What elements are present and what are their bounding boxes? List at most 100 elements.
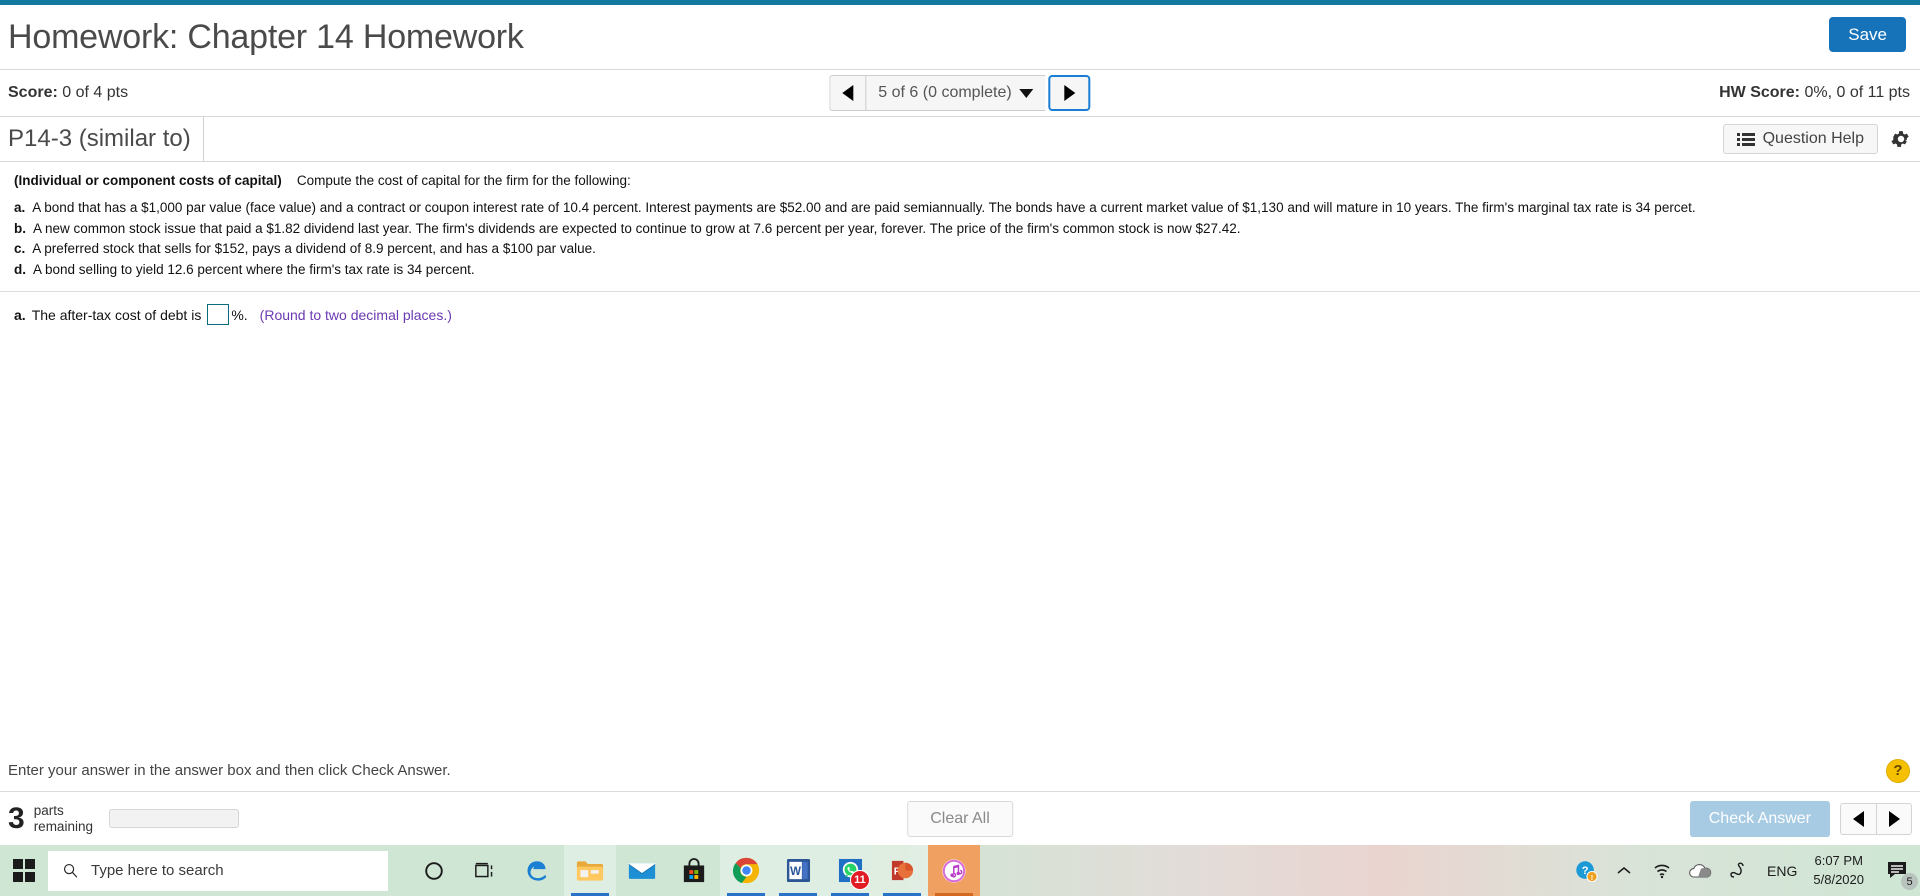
word-icon[interactable]: W — [772, 845, 824, 896]
footer-message: Enter your answer in the answer box and … — [8, 762, 451, 779]
pager-next-button[interactable] — [1876, 802, 1912, 835]
part-text: A new common stock issue that paid a $1.… — [33, 220, 1241, 236]
hw-score-value: 0%, 0 of 11 pts — [1804, 84, 1910, 101]
part-label: d. — [14, 261, 26, 277]
action-bar-right: Check Answer — [1689, 800, 1912, 837]
question-stem: (Individual or component costs of capita… — [0, 162, 1920, 190]
question-part: c. A preferred stock that sells for $152… — [14, 239, 1910, 259]
score-label: Score: — [8, 84, 58, 101]
magnifier-icon — [63, 863, 78, 878]
whatsapp-badge: 11 — [850, 870, 870, 890]
question-select-label: 5 of 6 (0 complete) — [878, 84, 1012, 101]
question-part: d. A bond selling to yield 12.6 percent … — [14, 260, 1910, 280]
answer-row: a. The after-tax cost of debt is %. (Rou… — [0, 292, 1920, 326]
parts-remaining: 3 parts remaining — [0, 803, 239, 834]
powerpoint-icon[interactable]: P — [876, 845, 928, 896]
language-indicator[interactable]: ENG — [1757, 863, 1807, 879]
parts-remaining-line2: remaining — [33, 818, 93, 834]
help-warning-icon[interactable]: ? ! — [1567, 845, 1605, 896]
microsoft-store-icon[interactable] — [668, 845, 720, 896]
file-explorer-icon[interactable] — [564, 845, 616, 896]
check-answer-button[interactable]: Check Answer — [1689, 800, 1830, 837]
windows-logo-icon — [12, 859, 36, 882]
question-header: P14-3 (similar to) Question Help — [0, 117, 1920, 162]
part-text: A preferred stock that sells for $152, p… — [32, 241, 596, 257]
prev-question-button[interactable] — [829, 75, 866, 111]
action-center-icon[interactable]: 5 — [1876, 845, 1920, 896]
question-navigator: 5 of 6 (0 complete) — [829, 75, 1091, 111]
help-icon[interactable]: ? — [1886, 758, 1910, 783]
score-value: 0 of 4 pts — [62, 84, 129, 101]
svg-text:!: ! — [1591, 872, 1593, 881]
answer-hint: (Round to two decimal places.) — [259, 306, 452, 323]
caret-down-icon — [1019, 88, 1034, 98]
question-stem-text: Compute the cost of capital for the firm… — [296, 173, 631, 188]
page-title: Homework: Chapter 14 Homework — [8, 17, 524, 56]
triangle-left-icon — [842, 85, 854, 101]
save-button[interactable]: Save — [1829, 17, 1906, 52]
question-help-button[interactable]: Question Help — [1722, 124, 1878, 154]
part-label: c. — [14, 241, 26, 257]
part-text: A bond that has a $1,000 par value (face… — [32, 200, 1696, 216]
system-tray: ? ! ENG 6:07 PM 5/8/2020 5 — [1567, 845, 1920, 896]
mail-icon[interactable] — [616, 845, 668, 896]
taskbar-search-placeholder: Type here to search — [91, 862, 224, 879]
footer-message-bar: Enter your answer in the answer box and … — [0, 750, 1920, 792]
edge-browser-icon[interactable] — [512, 845, 564, 896]
action-center-badge: 5 — [1901, 873, 1918, 890]
chevron-up-icon[interactable] — [1605, 845, 1643, 896]
parts-remaining-line1: parts — [33, 802, 64, 818]
answer-unit: %. — [231, 306, 248, 323]
clock-time: 6:07 PM — [1814, 852, 1863, 868]
next-question-inner — [1051, 77, 1089, 109]
onedrive-cloud-icon[interactable] — [1681, 845, 1719, 896]
cortana-icon[interactable] — [408, 845, 460, 896]
question-parts-list: a. A bond that has a $1,000 par value (f… — [0, 190, 1920, 279]
question-content: (Individual or component costs of capita… — [0, 162, 1920, 750]
hw-score-text: HW Score: 0%, 0 of 11 pts — [1719, 84, 1910, 102]
part-label: a. — [14, 200, 26, 216]
score-text: Score: 0 of 4 pts — [0, 84, 128, 102]
mymathlab-homework-window: Homework: Chapter 14 Homework Save Score… — [0, 0, 1920, 896]
triangle-left-icon — [1853, 810, 1864, 827]
next-question-button[interactable] — [1048, 75, 1091, 111]
answer-input[interactable] — [207, 304, 230, 326]
triangle-right-icon — [1064, 85, 1076, 101]
progress-bar — [108, 809, 239, 828]
question-stem-title: (Individual or component costs of capita… — [14, 173, 282, 188]
pen-icon[interactable] — [1719, 845, 1757, 896]
taskbar-icons: W 11 P — [408, 845, 980, 896]
chrome-browser-icon[interactable] — [720, 845, 772, 896]
taskbar-search-box[interactable]: Type here to search — [48, 850, 388, 891]
question-part: a. A bond that has a $1,000 par value (f… — [14, 198, 1910, 218]
question-header-actions: Question Help — [1722, 124, 1912, 154]
windows-taskbar: Type here to search W 11 P ? ! ENG 6:07 … — [0, 845, 1920, 896]
task-view-icon[interactable] — [460, 845, 512, 896]
action-bar: 3 parts remaining Clear All Check Answer — [0, 792, 1920, 845]
clear-all-button[interactable]: Clear All — [907, 800, 1013, 837]
pager-prev-button[interactable] — [1840, 802, 1876, 835]
title-bar: Homework: Chapter 14 Homework Save — [0, 5, 1920, 70]
answer-prompt: The after-tax cost of debt is — [31, 306, 202, 323]
wifi-icon[interactable] — [1643, 845, 1681, 896]
svg-text:W: W — [790, 866, 801, 878]
question-select-dropdown[interactable]: 5 of 6 (0 complete) — [865, 75, 1046, 111]
parts-remaining-label: parts remaining — [34, 803, 93, 834]
hw-score-label: HW Score: — [1719, 84, 1800, 101]
parts-remaining-count: 3 — [8, 801, 25, 835]
answer-part-label: a. — [14, 306, 26, 323]
itunes-icon[interactable] — [928, 845, 980, 896]
question-help-label: Question Help — [1762, 130, 1864, 147]
clock-date: 5/8/2020 — [1813, 871, 1864, 887]
start-button[interactable] — [0, 845, 48, 896]
part-label: b. — [14, 220, 26, 236]
clock[interactable]: 6:07 PM 5/8/2020 — [1807, 852, 1876, 890]
whatsapp-icon[interactable]: 11 — [824, 845, 876, 896]
answer-pager — [1840, 802, 1912, 835]
gear-icon[interactable] — [1890, 128, 1912, 150]
score-bar: Score: 0 of 4 pts 5 of 6 (0 complete) HW… — [0, 70, 1920, 117]
question-part: b. A new common stock issue that paid a … — [14, 219, 1910, 239]
triangle-right-icon — [1888, 810, 1900, 827]
question-id: P14-3 (similar to) — [0, 117, 204, 161]
part-text: A bond selling to yield 12.6 percent whe… — [33, 261, 475, 277]
